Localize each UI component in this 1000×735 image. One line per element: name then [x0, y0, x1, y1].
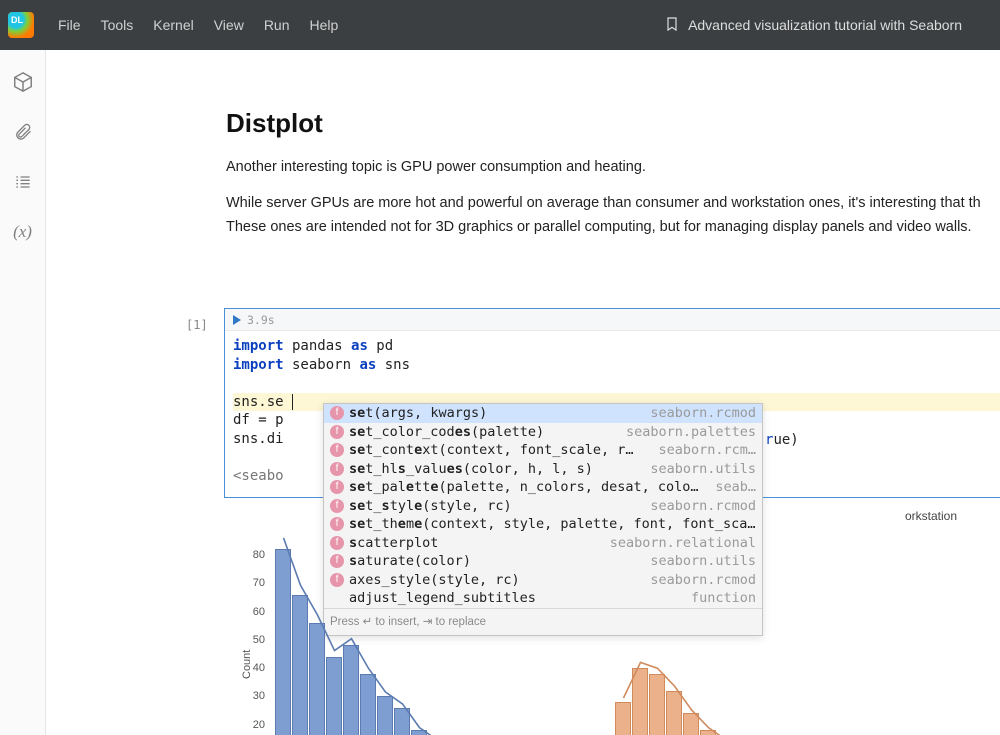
y-tick: 40: [245, 662, 265, 674]
autocomplete-item[interactable]: f set_palette(palette, n_colors, desat, c…: [324, 478, 762, 497]
autocomplete-item-name: set_palette(palette, n_colors, desat, co…: [349, 478, 756, 497]
app-logo: [8, 12, 34, 38]
autocomplete-item-module: seaborn.rcm…: [658, 441, 756, 460]
menu-tools[interactable]: Tools: [91, 13, 144, 37]
autocomplete-item[interactable]: fset_context(context, font_scale, r…seab…: [324, 441, 762, 460]
cube-icon[interactable]: [11, 70, 35, 94]
function-icon: f: [330, 425, 344, 439]
document-title: Advanced visualization tutorial with Sea…: [688, 17, 962, 33]
function-icon: f: [330, 443, 344, 457]
cell-exec-time: 3.9s: [247, 313, 275, 327]
y-tick: 20: [245, 719, 265, 731]
paragraph: While server GPUs are more hot and power…: [226, 193, 1000, 215]
output-plot: Count 01020304050607080orkstationClass =: [269, 509, 1000, 735]
menubar: File Tools Kernel View Run Help Advanced…: [0, 0, 1000, 50]
menu-file[interactable]: File: [48, 13, 91, 37]
menu-view[interactable]: View: [204, 13, 254, 37]
y-tick: 80: [245, 549, 265, 561]
cell-prompt: [1]: [186, 318, 208, 332]
autocomplete-item[interactable]: fset_color_codes(palette)seaborn.palette…: [324, 423, 762, 442]
menu-kernel[interactable]: Kernel: [143, 13, 203, 37]
y-tick: 30: [245, 690, 265, 702]
autocomplete-item-module: seaborn.utils: [650, 460, 756, 479]
variable-icon[interactable]: (x): [11, 220, 35, 244]
autocomplete-item[interactable]: fset_hls_values(color, h, l, s)seaborn.u…: [324, 460, 762, 479]
y-tick: 60: [245, 606, 265, 618]
page-title: Distplot: [226, 108, 1000, 139]
run-cell-icon[interactable]: [233, 315, 241, 325]
menu-run[interactable]: Run: [254, 13, 300, 37]
menu-help[interactable]: Help: [300, 13, 349, 37]
paragraph: Another interesting topic is GPU power c…: [226, 157, 1000, 179]
paragraph: These ones are intended not for 3D graph…: [226, 217, 1000, 239]
code-fragment: rue): [765, 432, 799, 448]
document-title-block: Advanced visualization tutorial with Sea…: [664, 16, 962, 35]
notebook-main: Distplot Another interesting topic is GP…: [46, 50, 1000, 735]
cell-runbar[interactable]: 3.9s: [225, 309, 1000, 331]
function-icon: f: [330, 480, 344, 494]
autocomplete-item-module: seab…: [715, 478, 756, 497]
toc-icon[interactable]: [11, 170, 35, 194]
kde-curve: [269, 509, 1000, 735]
autocomplete-item-module: seaborn.rcmod: [650, 404, 756, 423]
paperclip-icon[interactable]: [11, 120, 35, 144]
code-cell[interactable]: 3.9s import pandas as pd import seaborn …: [224, 308, 1000, 498]
function-icon: f: [330, 406, 344, 420]
y-tick: 70: [245, 577, 265, 589]
autocomplete-item-module: seaborn.palettes: [626, 423, 756, 442]
autocomplete-item[interactable]: fset(args, kwargs)seaborn.rcmod: [324, 404, 762, 423]
y-tick: 50: [245, 634, 265, 646]
bookmark-icon: [664, 16, 680, 35]
function-icon: f: [330, 462, 344, 476]
left-toolstrip: (x): [0, 50, 46, 735]
